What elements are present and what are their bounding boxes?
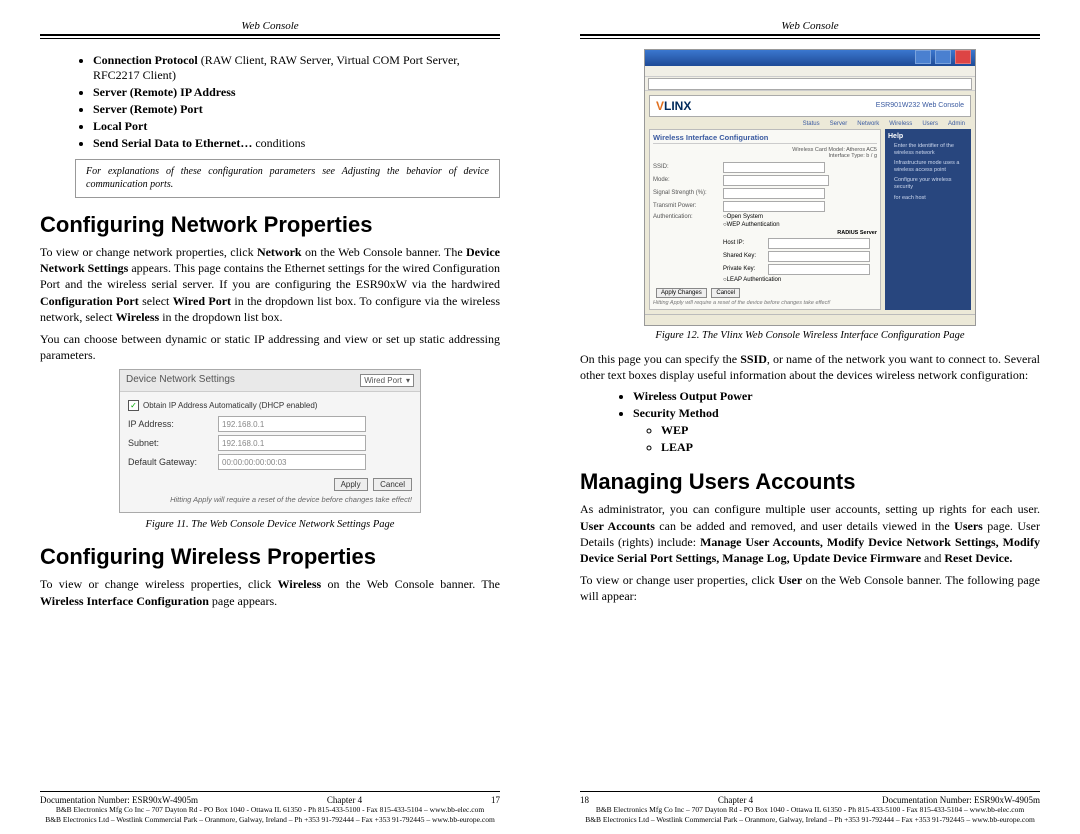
ssid-input[interactable] [723,162,825,173]
list-item: Server (Remote) Port [93,102,500,117]
header-rule-thick [40,34,500,36]
header-rule-thin [580,38,1040,39]
footer-address-2: B&B Electronics Ltd – Westlink Commercia… [580,815,1040,824]
address-bar-row [645,77,975,90]
label: Subnet: [128,438,218,448]
footer-address-2: B&B Electronics Ltd – Westlink Commercia… [40,815,500,824]
heading-users: Managing Users Accounts [580,469,1040,495]
heading-network: Configuring Network Properties [40,212,500,238]
running-header: Web Console [580,20,1040,32]
paragraph: To view or change network properties, cl… [40,244,500,325]
port-dropdown[interactable]: Wired Port▾ [360,374,414,387]
doc-number: Documentation Number: ESR90xW-4905m [882,795,1040,805]
chapter-label: Chapter 4 [718,795,753,805]
tab-server[interactable]: Server [830,121,848,127]
note-box: For explanations of these configuration … [75,159,500,198]
header-rule-thin [40,38,500,39]
cancel-button[interactable]: Cancel [373,478,412,491]
list-item: Connection Protocol (RAW Client, RAW Ser… [93,53,500,83]
tab-users[interactable]: Users [922,121,938,127]
fig11-title: Device Network Settings [126,374,235,387]
list-item: LEAP [661,440,1040,455]
paragraph: On this page you can specify the SSID, o… [580,351,1040,383]
doc-number: Documentation Number: ESR90xW-4905m [40,795,198,805]
fig11-footnote: Hitting Apply will require a reset of th… [128,495,412,504]
tx-power-select[interactable] [723,201,825,212]
page-17: Web Console Connection Protocol (RAW Cli… [0,0,540,834]
vlinx-logo: VLINX [656,99,691,113]
paragraph: To view or change user properties, click… [580,572,1040,604]
help-pane: Help Enter the identifier of the wireles… [885,129,971,310]
heading-wireless: Configuring Wireless Properties [40,544,500,570]
running-header: Web Console [40,20,500,32]
dhcp-label: Obtain IP Address Automatically (DHCP en… [143,401,317,410]
radius-host-input[interactable] [768,238,870,249]
nav-tabs: Status Server Network Wireless Users Adm… [649,121,971,127]
apply-button[interactable]: Apply [334,478,368,491]
maximize-icon[interactable] [935,50,951,64]
product-label: ESR901W232 Web Console [876,102,964,109]
chevron-down-icon: ▾ [406,376,410,385]
tab-wireless[interactable]: Wireless [889,121,912,127]
window-titlebar [645,50,975,66]
window-controls [913,50,971,66]
label: IP Address: [128,419,218,429]
figure-12: VLINX ESR901W232 Web Console Status Serv… [644,49,976,326]
header-rule-thick [580,34,1040,36]
browser-toolbar [645,66,975,77]
page-18: Web Console [540,0,1080,834]
signal-input [723,188,825,199]
chapter-label: Chapter 4 [327,795,362,805]
list-item: Local Port [93,119,500,134]
gateway-input[interactable]: 00:00:00:00:00:03 [218,454,366,470]
figure-12-caption: Figure 12. The Vlinx Web Console Wireles… [580,330,1040,341]
figure-11: Device Network Settings Wired Port▾ ✓ Ob… [119,369,421,513]
tab-admin[interactable]: Admin [948,121,965,127]
apply-changes-button[interactable]: Apply Changes [656,288,707,298]
cancel-button[interactable]: Cancel [711,288,740,298]
mode-select[interactable] [723,175,829,186]
wireless-form: Wireless Interface Configuration Wireles… [649,129,881,310]
list-item: Wireless Output Power [633,389,1040,404]
tab-network[interactable]: Network [857,121,879,127]
list-item: Send Serial Data to Ethernet… conditions [93,136,500,151]
wireless-bullets: Wireless Output Power Security Method WE… [615,389,1040,455]
paragraph: As administrator, you can configure mult… [580,501,1040,566]
radius-pkey-input[interactable] [768,264,870,275]
page-number: 18 [580,795,589,805]
footer-address-1: B&B Electronics Mfg Co Inc – 707 Dayton … [580,805,1040,814]
page-spread: Web Console Connection Protocol (RAW Cli… [0,0,1080,834]
param-list: Connection Protocol (RAW Client, RAW Ser… [75,53,500,151]
tab-status[interactable]: Status [803,121,820,127]
list-item: Server (Remote) IP Address [93,85,500,100]
minimize-icon[interactable] [915,50,931,64]
browser-statusbar [645,314,975,325]
footer-address-1: B&B Electronics Mfg Co Inc – 707 Dayton … [40,805,500,814]
list-item: WEP [661,423,1040,438]
paragraph: You can choose between dynamic or static… [40,331,500,363]
window-title [649,55,651,62]
figure-11-caption: Figure 11. The Web Console Device Networ… [40,519,500,530]
apply-note: Hitting Apply will require a reset of th… [653,300,877,306]
form-title: Wireless Interface Configuration [653,133,877,144]
help-title: Help [888,132,968,141]
close-icon[interactable] [955,50,971,64]
footer: 18 Chapter 4 Documentation Number: ESR90… [580,791,1040,824]
address-bar[interactable] [648,78,972,90]
ip-address-input[interactable]: 192.168.0.1 [218,416,366,432]
radius-key-input[interactable] [768,251,870,262]
subnet-input[interactable]: 192.168.0.1 [218,435,366,451]
page-number: 17 [491,795,500,805]
paragraph: To view or change wireless properties, c… [40,576,500,608]
dhcp-checkbox[interactable]: ✓ [128,400,139,411]
list-item: Security Method WEP LEAP [633,406,1040,455]
footer: Documentation Number: ESR90xW-4905m Chap… [40,791,500,824]
label: Default Gateway: [128,457,218,467]
